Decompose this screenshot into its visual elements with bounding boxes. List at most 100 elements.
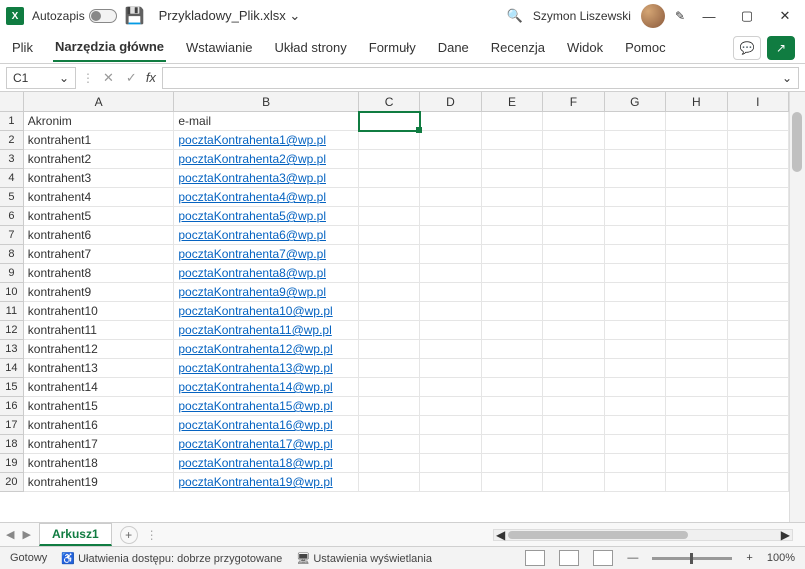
filename-label[interactable]: Przykladowy_Plik.xlsx ⌄ bbox=[159, 8, 301, 24]
cell[interactable] bbox=[605, 112, 666, 131]
ribbon-tab[interactable]: Układ strony bbox=[273, 34, 349, 61]
cell[interactable] bbox=[728, 473, 789, 492]
cell[interactable] bbox=[420, 188, 481, 207]
cell[interactable]: kontrahent6 bbox=[24, 226, 175, 245]
cell[interactable] bbox=[543, 435, 604, 454]
cell[interactable] bbox=[543, 359, 604, 378]
row-header[interactable]: 13 bbox=[0, 340, 24, 359]
cell[interactable] bbox=[543, 416, 604, 435]
cell[interactable] bbox=[482, 302, 543, 321]
avatar[interactable] bbox=[641, 4, 665, 28]
add-sheet-button[interactable]: + bbox=[120, 526, 138, 544]
ribbon-tab[interactable]: Wstawianie bbox=[184, 34, 254, 61]
cell[interactable] bbox=[728, 264, 789, 283]
cell[interactable]: pocztaKontrahenta16@wp.pl bbox=[174, 416, 358, 435]
cell[interactable]: pocztaKontrahenta1@wp.pl bbox=[174, 131, 358, 150]
cell[interactable] bbox=[543, 264, 604, 283]
cell[interactable]: kontrahent8 bbox=[24, 264, 175, 283]
cell[interactable] bbox=[728, 397, 789, 416]
scroll-left-icon[interactable]: ◀ bbox=[496, 528, 505, 542]
cell[interactable] bbox=[543, 150, 604, 169]
cell[interactable]: kontrahent10 bbox=[24, 302, 175, 321]
ribbon-tab[interactable]: Formuły bbox=[367, 34, 418, 61]
cell[interactable]: pocztaKontrahenta14@wp.pl bbox=[174, 378, 358, 397]
cell[interactable] bbox=[420, 207, 481, 226]
row-header[interactable]: 1 bbox=[0, 112, 24, 131]
row-header[interactable]: 11 bbox=[0, 302, 24, 321]
cell[interactable] bbox=[482, 283, 543, 302]
cell[interactable] bbox=[666, 416, 727, 435]
row-header[interactable]: 10 bbox=[0, 283, 24, 302]
cell[interactable]: kontrahent4 bbox=[24, 188, 175, 207]
cell[interactable] bbox=[728, 207, 789, 226]
row-header[interactable]: 12 bbox=[0, 321, 24, 340]
cell[interactable] bbox=[359, 302, 420, 321]
cell[interactable] bbox=[666, 226, 727, 245]
cell[interactable]: kontrahent11 bbox=[24, 321, 175, 340]
cell[interactable] bbox=[482, 416, 543, 435]
horizontal-scrollbar[interactable]: ◀ ▶ bbox=[493, 529, 793, 541]
cell[interactable] bbox=[605, 416, 666, 435]
cell[interactable] bbox=[666, 340, 727, 359]
cell[interactable]: pocztaKontrahenta4@wp.pl bbox=[174, 188, 358, 207]
cell[interactable]: pocztaKontrahenta6@wp.pl bbox=[174, 226, 358, 245]
cell[interactable] bbox=[605, 359, 666, 378]
scroll-right-icon[interactable]: ▶ bbox=[781, 528, 790, 542]
cell[interactable] bbox=[420, 264, 481, 283]
cell[interactable] bbox=[605, 378, 666, 397]
cell[interactable] bbox=[728, 150, 789, 169]
cell[interactable] bbox=[482, 264, 543, 283]
cell[interactable] bbox=[728, 321, 789, 340]
cell[interactable] bbox=[420, 321, 481, 340]
zoom-slider[interactable] bbox=[652, 557, 732, 560]
cell[interactable] bbox=[728, 169, 789, 188]
cell[interactable] bbox=[728, 302, 789, 321]
accessibility-status[interactable]: ♿ Ułatwienia dostępu: dobrze przygotowan… bbox=[61, 552, 282, 565]
ribbon-tab[interactable]: Plik bbox=[10, 34, 35, 61]
cell[interactable]: kontrahent12 bbox=[24, 340, 175, 359]
cell[interactable] bbox=[482, 378, 543, 397]
cell[interactable] bbox=[482, 397, 543, 416]
cell[interactable] bbox=[728, 340, 789, 359]
cell[interactable] bbox=[666, 169, 727, 188]
cell[interactable] bbox=[728, 416, 789, 435]
cell[interactable] bbox=[543, 169, 604, 188]
cell[interactable] bbox=[359, 150, 420, 169]
cell[interactable] bbox=[605, 188, 666, 207]
row-header[interactable]: 20 bbox=[0, 473, 24, 492]
toggle-switch-icon[interactable] bbox=[89, 9, 117, 23]
row-header[interactable]: 18 bbox=[0, 435, 24, 454]
row-header[interactable]: 19 bbox=[0, 454, 24, 473]
cell[interactable] bbox=[420, 397, 481, 416]
cell[interactable] bbox=[666, 473, 727, 492]
cell[interactable] bbox=[482, 188, 543, 207]
cell[interactable] bbox=[359, 226, 420, 245]
cell[interactable] bbox=[420, 435, 481, 454]
cell[interactable]: kontrahent2 bbox=[24, 150, 175, 169]
cell[interactable] bbox=[359, 112, 420, 131]
cell[interactable] bbox=[728, 188, 789, 207]
cell[interactable] bbox=[482, 150, 543, 169]
cell[interactable] bbox=[666, 454, 727, 473]
formula-input[interactable]: ⌄ bbox=[162, 67, 799, 89]
row-header[interactable]: 15 bbox=[0, 378, 24, 397]
cell[interactable] bbox=[420, 226, 481, 245]
cell[interactable]: pocztaKontrahenta7@wp.pl bbox=[174, 245, 358, 264]
cell[interactable] bbox=[482, 454, 543, 473]
pen-icon[interactable]: ✎ bbox=[675, 9, 685, 23]
save-icon[interactable]: 💾 bbox=[125, 6, 145, 26]
cell[interactable] bbox=[359, 245, 420, 264]
cell[interactable] bbox=[543, 226, 604, 245]
cell[interactable] bbox=[359, 188, 420, 207]
cell[interactable]: pocztaKontrahenta10@wp.pl bbox=[174, 302, 358, 321]
select-all-corner[interactable] bbox=[0, 92, 24, 112]
cell[interactable] bbox=[605, 169, 666, 188]
ribbon-tab[interactable]: Narzędzia główne bbox=[53, 33, 166, 62]
cell[interactable] bbox=[605, 321, 666, 340]
column-header[interactable]: A bbox=[24, 92, 175, 112]
cell[interactable] bbox=[605, 245, 666, 264]
cell[interactable] bbox=[543, 340, 604, 359]
display-settings[interactable]: 🖥 Ustawienia wyświetlania bbox=[296, 552, 432, 565]
row-header[interactable]: 5 bbox=[0, 188, 24, 207]
cell[interactable] bbox=[666, 207, 727, 226]
